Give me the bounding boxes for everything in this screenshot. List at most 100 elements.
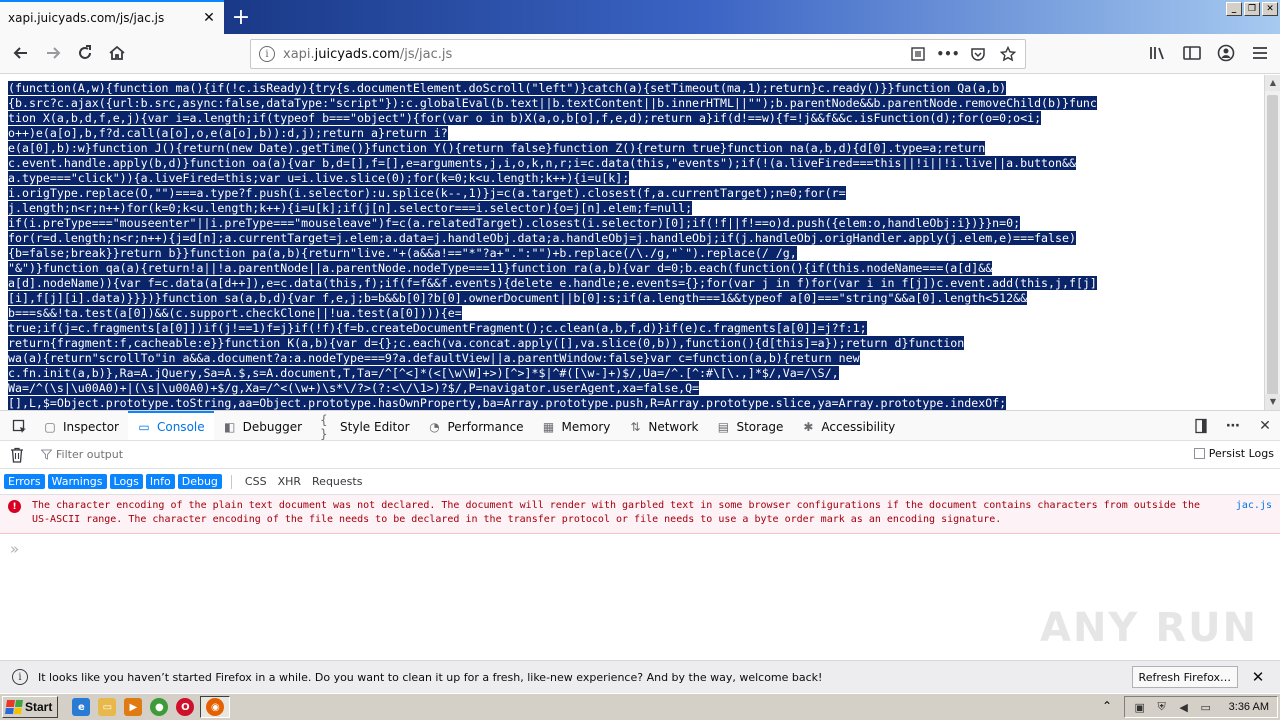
site-info-icon[interactable]: i bbox=[259, 46, 275, 62]
chrome-icon[interactable]: ● bbox=[150, 698, 169, 716]
filter-separator bbox=[230, 474, 232, 489]
library-icon[interactable] bbox=[1144, 38, 1172, 68]
persist-logs-toggle[interactable]: Persist Logs bbox=[1193, 447, 1274, 460]
tab-storage[interactable]: ▤ Storage bbox=[707, 411, 792, 440]
close-devtools-icon[interactable]: ✕ bbox=[1256, 417, 1274, 435]
page-actions-icon[interactable]: ••• bbox=[937, 45, 960, 63]
source-view[interactable]: (function(A,w){function ma(){if(!c.isRea… bbox=[0, 75, 1264, 410]
selected-source-text: Wa=/^(\s|\u00A0)+|(\s|\u00A0)+$/g,Xa=/^<… bbox=[8, 381, 700, 395]
account-icon[interactable] bbox=[1212, 38, 1240, 68]
vertical-scrollbar[interactable]: ▲ ▼ bbox=[1264, 75, 1280, 410]
devtools-tabbar: ▢ Inspector ▭ Console ◧ Debugger { } Style Edit… bbox=[0, 411, 1280, 441]
persist-logs-checkbox[interactable] bbox=[1193, 448, 1205, 459]
media-player-icon[interactable]: ▶ bbox=[124, 698, 143, 716]
display-tray-icon[interactable]: ▭ bbox=[1199, 700, 1213, 714]
volume-tray-icon[interactable]: ◀ bbox=[1177, 700, 1191, 714]
tray-expand-icon[interactable]: ⌃ bbox=[1102, 699, 1112, 713]
tab-debugger[interactable]: ◧ Debugger bbox=[214, 411, 311, 440]
error-source-link[interactable]: jac.js bbox=[1216, 499, 1272, 527]
selected-source-text: tion X(a,b,d,f,e,j){var i=a.length;if(ty… bbox=[8, 111, 1042, 125]
opera-icon[interactable]: O bbox=[176, 698, 195, 716]
source-line: c.fn.init(a,b)},Ra=A.jQuery,Sa=A.$,s=A.d… bbox=[8, 366, 1264, 381]
home-icon bbox=[109, 45, 125, 60]
minimize-button[interactable]: _ bbox=[1226, 2, 1242, 16]
refresh-firefox-button[interactable]: Refresh Firefox… bbox=[1131, 666, 1238, 688]
folder-icon[interactable]: ▭ bbox=[98, 698, 117, 716]
url-prefix: xapi. bbox=[283, 46, 315, 62]
filter-info[interactable]: Info bbox=[145, 474, 175, 489]
filter-warnings[interactable]: Warnings bbox=[47, 474, 107, 489]
reader-view-icon[interactable] bbox=[909, 45, 927, 63]
tab-accessibility[interactable]: ✱ Accessibility bbox=[792, 411, 904, 440]
bookmark-star-icon[interactable] bbox=[999, 45, 1017, 63]
source-line: {b.src?c.ajax({url:b.src,async:false,dat… bbox=[8, 96, 1264, 111]
new-tab-icon[interactable]: + bbox=[228, 4, 254, 30]
filter-output-input[interactable]: Filter output bbox=[38, 445, 238, 465]
persist-logs-label: Persist Logs bbox=[1208, 447, 1274, 460]
url-text[interactable]: xapi.juicyads.com/js/jac.js bbox=[283, 47, 909, 62]
notification-bar: i It looks like you haven’t started Fire… bbox=[0, 660, 1280, 693]
debugger-icon: ◧ bbox=[223, 419, 236, 434]
tab-style-editor[interactable]: { } Style Editor bbox=[311, 411, 418, 441]
filter-css[interactable]: CSS bbox=[241, 474, 271, 489]
filter-debug[interactable]: Debug bbox=[177, 474, 222, 489]
devtools-tab-label: Network bbox=[648, 419, 699, 434]
source-line: o++)e(a[o],b,f?d.call(a[o],o,e(a[o],b)):… bbox=[8, 126, 1264, 141]
selected-source-text: {b=false;break}}return b}}function pa(a,… bbox=[8, 246, 797, 260]
devtools-menu-icon[interactable]: ⋯ bbox=[1224, 417, 1242, 435]
forward-button[interactable] bbox=[38, 38, 68, 68]
dock-side-icon[interactable] bbox=[1192, 417, 1210, 435]
source-line: Wa=/^(\s|\u00A0)+|(\s|\u00A0)+$/g,Xa=/^<… bbox=[8, 381, 1264, 396]
pocket-icon[interactable] bbox=[969, 45, 987, 63]
source-line: c.event.handle.apply(b,d)}function oa(a)… bbox=[8, 156, 1264, 171]
selected-source-text: b===s&&!ta.test(a[0])&&(c.support.checkC… bbox=[8, 306, 462, 320]
filter-errors[interactable]: Errors bbox=[4, 474, 45, 489]
close-window-button[interactable]: ✕ bbox=[1262, 2, 1278, 16]
system-tray: ▣ ⛨ ◀ ▭ 3:36 AM bbox=[1123, 696, 1278, 718]
source-line: (function(A,w){function ma(){if(!c.isRea… bbox=[8, 81, 1264, 96]
filter-logs[interactable]: Logs bbox=[109, 474, 143, 489]
back-button[interactable] bbox=[6, 38, 36, 68]
scroll-thumb[interactable] bbox=[1267, 95, 1278, 395]
tab-inspector[interactable]: ▢ Inspector bbox=[34, 411, 128, 440]
url-bar[interactable]: i xapi.juicyads.com/js/jac.js ••• bbox=[250, 39, 1026, 69]
reload-button[interactable] bbox=[70, 38, 100, 68]
close-notification-icon[interactable]: ✕ bbox=[1250, 668, 1266, 686]
tab-performance[interactable]: ◔ Performance bbox=[419, 411, 533, 440]
filter-requests[interactable]: Requests bbox=[308, 474, 366, 489]
restore-button[interactable]: ❐ bbox=[1244, 2, 1260, 16]
taskbar-firefox-button[interactable]: ◉ bbox=[200, 696, 231, 718]
sidebar-icon[interactable] bbox=[1178, 38, 1206, 68]
source-line: i.origType.replace(O,"")===a.type?f.push… bbox=[8, 186, 1264, 201]
network-tray-icon[interactable]: ▣ bbox=[1133, 700, 1147, 714]
selected-source-text: wa(a){return"scrollTo"in a&&a.document?a… bbox=[8, 351, 860, 365]
source-line: "&")}function qa(a){return!a||!a.parentN… bbox=[8, 261, 1264, 276]
source-line: j.length;n<r;n++)for(k=0;k<u.length;k++)… bbox=[8, 201, 1264, 216]
selected-source-text: a.type==="click")){a.liveFired=this;var … bbox=[8, 171, 630, 185]
console-level-filters: Errors Warnings Logs Info Debug CSS XHR … bbox=[0, 469, 1280, 495]
ie-icon[interactable]: e bbox=[72, 698, 91, 716]
home-button[interactable] bbox=[102, 38, 132, 68]
selected-source-text: c.event.handle.apply(b,d)}function oa(a)… bbox=[8, 156, 1076, 170]
console-input[interactable]: » bbox=[0, 534, 1280, 564]
tab-console[interactable]: ▭ Console bbox=[127, 411, 214, 440]
start-button[interactable]: Start bbox=[2, 696, 59, 718]
selected-source-text: e(a[0],b):w}function J(){return(new Date… bbox=[8, 141, 986, 155]
memory-icon: ▦ bbox=[542, 419, 555, 434]
storage-icon: ▤ bbox=[717, 419, 730, 434]
selected-source-text: "&")}function qa(a){return!a||!a.parentN… bbox=[8, 261, 993, 275]
menu-icon[interactable] bbox=[1246, 38, 1274, 68]
devtools-picker[interactable] bbox=[12, 411, 34, 440]
filter-xhr[interactable]: XHR bbox=[274, 474, 305, 489]
tab-memory[interactable]: ▦ Memory bbox=[533, 411, 620, 440]
clear-console-icon[interactable] bbox=[8, 446, 26, 464]
scroll-up-icon[interactable]: ▲ bbox=[1265, 75, 1280, 91]
devtools-tab-label: Debugger bbox=[242, 419, 303, 434]
tab-network[interactable]: ⇅ Network bbox=[619, 411, 707, 440]
scroll-down-icon[interactable]: ▼ bbox=[1265, 394, 1280, 410]
security-tray-icon[interactable]: ⛨ bbox=[1155, 700, 1169, 714]
inspector-icon: ▢ bbox=[44, 419, 56, 434]
tab-jac-js[interactable]: xapi.juicyads.com/js/jac.js ✕ bbox=[0, 0, 224, 34]
error-message-text: The character encoding of the plain text… bbox=[32, 500, 1200, 525]
close-tab-icon[interactable]: ✕ bbox=[198, 7, 220, 29]
